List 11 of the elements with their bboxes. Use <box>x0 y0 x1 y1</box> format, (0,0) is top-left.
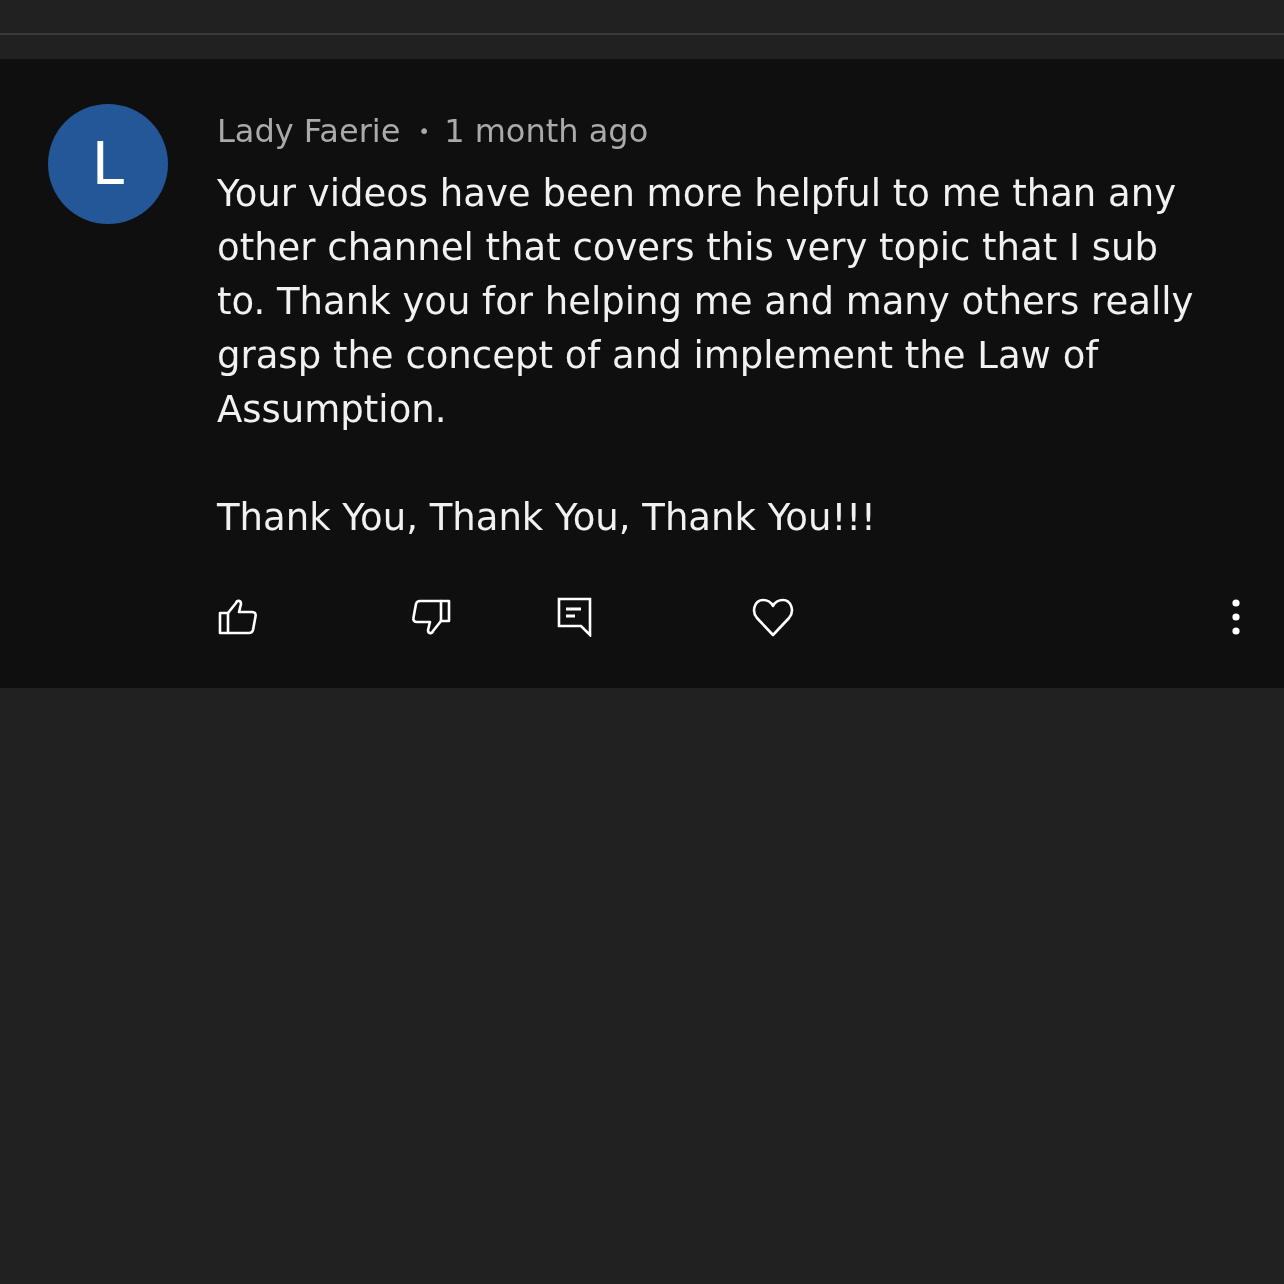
comment-text: Thank You, Thank You, Thank You!!! <box>217 495 877 541</box>
comment-text: Your videos have been more helpful to me than any other channel that covers this very topic that I sub to. Thank you for helping me and many others really grasp the concept of and implement the Law of Assumption. <box>217 171 1195 433</box>
thumbs-down-icon <box>411 598 451 636</box>
author-name[interactable]: Lady Faerie <box>217 112 401 150</box>
separator-dot: • <box>418 119 431 143</box>
comment-time: 1 month ago <box>444 112 649 150</box>
avatar[interactable]: L <box>48 104 168 224</box>
heart-icon <box>752 597 794 637</box>
more-icon <box>1232 599 1240 635</box>
thumbs-up-icon <box>218 598 258 636</box>
comment-icon <box>557 597 593 637</box>
